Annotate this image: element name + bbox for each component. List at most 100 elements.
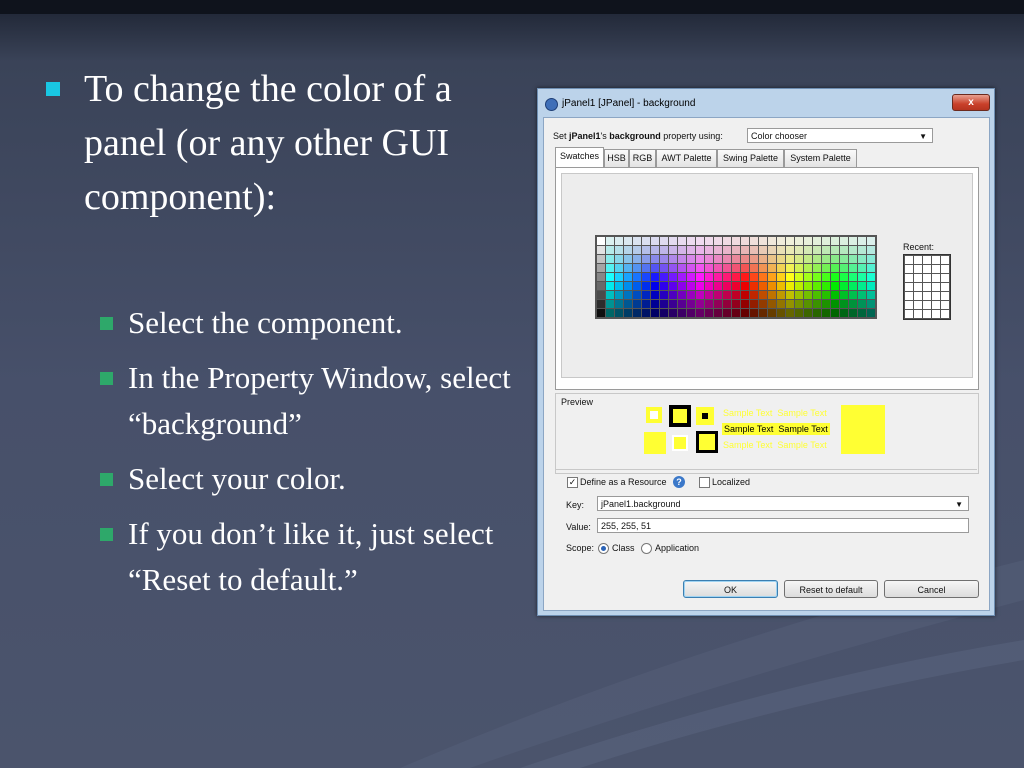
recent-swatch[interactable] bbox=[905, 283, 913, 291]
color-swatch[interactable] bbox=[858, 309, 866, 317]
color-swatch[interactable] bbox=[750, 264, 758, 272]
color-swatch[interactable] bbox=[723, 237, 731, 245]
recent-swatch[interactable] bbox=[941, 301, 949, 309]
color-swatch[interactable] bbox=[660, 264, 668, 272]
color-swatch[interactable] bbox=[741, 273, 749, 281]
color-swatch[interactable] bbox=[606, 255, 614, 263]
color-swatch[interactable] bbox=[831, 246, 839, 254]
color-swatch[interactable] bbox=[651, 282, 659, 290]
color-swatch[interactable] bbox=[615, 282, 623, 290]
color-swatch[interactable] bbox=[849, 309, 857, 317]
color-swatch[interactable] bbox=[777, 309, 785, 317]
color-swatch[interactable] bbox=[786, 237, 794, 245]
recent-swatch[interactable] bbox=[941, 310, 949, 318]
scope-class-radio[interactable] bbox=[598, 543, 609, 554]
color-swatch[interactable] bbox=[867, 282, 875, 290]
color-swatch[interactable] bbox=[624, 246, 632, 254]
color-swatch[interactable] bbox=[804, 309, 812, 317]
color-swatch[interactable] bbox=[651, 255, 659, 263]
color-swatch[interactable] bbox=[705, 291, 713, 299]
recent-swatch[interactable] bbox=[923, 274, 931, 282]
color-swatch[interactable] bbox=[813, 264, 821, 272]
color-swatch[interactable] bbox=[750, 282, 758, 290]
color-swatch[interactable] bbox=[624, 300, 632, 308]
color-swatch[interactable] bbox=[714, 291, 722, 299]
color-swatch[interactable] bbox=[624, 309, 632, 317]
color-swatch[interactable] bbox=[786, 300, 794, 308]
color-swatch[interactable] bbox=[642, 300, 650, 308]
color-swatch[interactable] bbox=[714, 273, 722, 281]
color-swatch[interactable] bbox=[660, 273, 668, 281]
color-swatch[interactable] bbox=[732, 291, 740, 299]
color-swatch[interactable] bbox=[849, 291, 857, 299]
color-swatch[interactable] bbox=[795, 282, 803, 290]
color-swatch[interactable] bbox=[786, 273, 794, 281]
color-swatch[interactable] bbox=[723, 291, 731, 299]
color-swatch[interactable] bbox=[768, 300, 776, 308]
recent-swatch[interactable] bbox=[923, 283, 931, 291]
color-swatch[interactable] bbox=[642, 273, 650, 281]
color-swatch[interactable] bbox=[597, 282, 605, 290]
color-swatch[interactable] bbox=[723, 300, 731, 308]
color-swatch[interactable] bbox=[705, 282, 713, 290]
color-swatch[interactable] bbox=[642, 255, 650, 263]
color-swatch[interactable] bbox=[786, 246, 794, 254]
recent-swatch[interactable] bbox=[905, 292, 913, 300]
color-swatch[interactable] bbox=[723, 264, 731, 272]
color-swatch[interactable] bbox=[813, 246, 821, 254]
color-swatch[interactable] bbox=[831, 282, 839, 290]
color-swatch[interactable] bbox=[597, 309, 605, 317]
recent-swatch[interactable] bbox=[905, 256, 913, 264]
color-swatch[interactable] bbox=[849, 246, 857, 254]
color-swatch[interactable] bbox=[849, 273, 857, 281]
recent-swatch[interactable] bbox=[941, 274, 949, 282]
swatch-grid[interactable] bbox=[595, 235, 877, 319]
color-swatch[interactable] bbox=[633, 282, 641, 290]
recent-swatch[interactable] bbox=[914, 301, 922, 309]
color-swatch[interactable] bbox=[687, 282, 695, 290]
color-swatch[interactable] bbox=[723, 273, 731, 281]
recent-swatch[interactable] bbox=[914, 310, 922, 318]
color-swatch[interactable] bbox=[714, 264, 722, 272]
color-swatch[interactable] bbox=[642, 237, 650, 245]
color-swatch[interactable] bbox=[678, 309, 686, 317]
color-swatch[interactable] bbox=[750, 291, 758, 299]
color-swatch[interactable] bbox=[660, 300, 668, 308]
color-swatch[interactable] bbox=[624, 237, 632, 245]
color-swatch[interactable] bbox=[615, 246, 623, 254]
cancel-button[interactable]: Cancel bbox=[884, 580, 979, 598]
color-swatch[interactable] bbox=[660, 291, 668, 299]
color-swatch[interactable] bbox=[777, 282, 785, 290]
color-swatch[interactable] bbox=[768, 282, 776, 290]
color-swatch[interactable] bbox=[732, 300, 740, 308]
recent-swatch[interactable] bbox=[905, 310, 913, 318]
color-swatch[interactable] bbox=[777, 291, 785, 299]
color-swatch[interactable] bbox=[858, 273, 866, 281]
color-swatch[interactable] bbox=[867, 246, 875, 254]
color-swatch[interactable] bbox=[723, 309, 731, 317]
color-swatch[interactable] bbox=[696, 309, 704, 317]
color-swatch[interactable] bbox=[687, 237, 695, 245]
color-swatch[interactable] bbox=[741, 255, 749, 263]
color-swatch[interactable] bbox=[759, 264, 767, 272]
color-swatch[interactable] bbox=[651, 273, 659, 281]
tab-awt-palette[interactable]: AWT Palette bbox=[656, 149, 717, 167]
color-swatch[interactable] bbox=[678, 237, 686, 245]
color-swatch[interactable] bbox=[777, 237, 785, 245]
color-swatch[interactable] bbox=[750, 273, 758, 281]
recent-swatch[interactable] bbox=[923, 301, 931, 309]
color-swatch[interactable] bbox=[786, 255, 794, 263]
color-swatch[interactable] bbox=[804, 282, 812, 290]
color-swatch[interactable] bbox=[759, 237, 767, 245]
color-swatch[interactable] bbox=[750, 237, 758, 245]
color-swatch[interactable] bbox=[804, 255, 812, 263]
color-swatch[interactable] bbox=[795, 255, 803, 263]
color-swatch[interactable] bbox=[768, 264, 776, 272]
color-swatch[interactable] bbox=[687, 309, 695, 317]
color-swatch[interactable] bbox=[858, 282, 866, 290]
color-swatch[interactable] bbox=[849, 282, 857, 290]
color-swatch[interactable] bbox=[678, 246, 686, 254]
tab-swatches[interactable]: Swatches bbox=[555, 147, 604, 167]
recent-swatch[interactable] bbox=[914, 283, 922, 291]
color-swatch[interactable] bbox=[660, 282, 668, 290]
